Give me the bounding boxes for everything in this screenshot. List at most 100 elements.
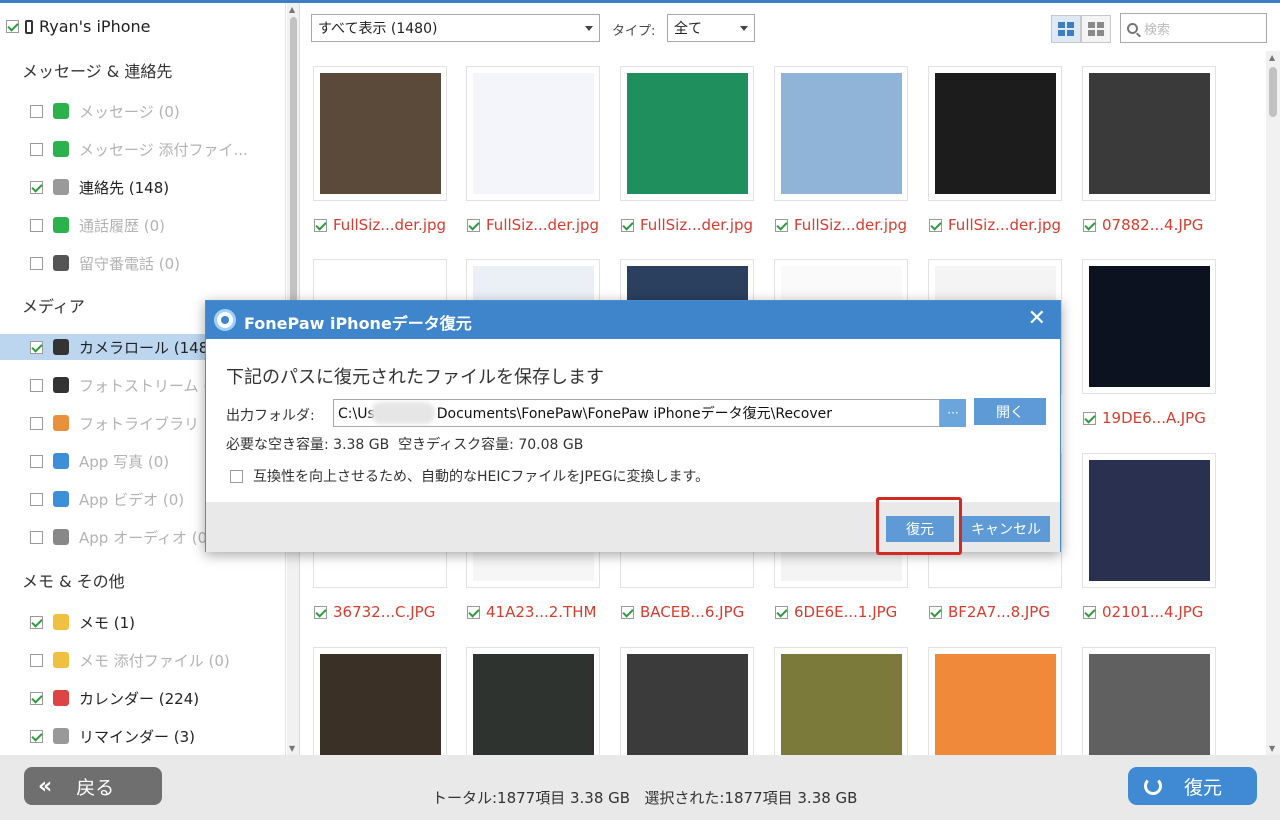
thumbnail-tile[interactable] xyxy=(466,66,600,201)
thumbnail-caption[interactable]: 07882...4.JPG xyxy=(1083,216,1203,234)
output-folder-input[interactable]: C:\Use Documents\FonePaw\FonePaw iPhoneデ… xyxy=(333,399,940,427)
thumbnail-checkbox[interactable] xyxy=(621,218,634,232)
thumbnail-tile[interactable] xyxy=(1082,66,1216,201)
thumbnail-caption[interactable]: 02101...4.JPG xyxy=(1083,603,1203,621)
sidebar-item-checkbox[interactable] xyxy=(30,615,43,629)
thumbnail-image xyxy=(320,654,441,755)
chevron-down-icon xyxy=(740,26,748,31)
thumbnail-caption[interactable]: 41A23...2.THM xyxy=(467,603,596,621)
restore-button[interactable]: 復元 xyxy=(1128,767,1257,805)
thumbnail-filename: 6DE6E...1.JPG xyxy=(794,603,898,621)
scroll-up-arrow-icon[interactable]: ▲ xyxy=(289,5,295,14)
sidebar-item-checkbox[interactable] xyxy=(30,492,43,506)
thumbnail-checkbox[interactable] xyxy=(314,605,327,619)
type-select[interactable]: 全て xyxy=(667,14,755,42)
thumbnail-caption[interactable]: FullSiz...der.jpg xyxy=(775,216,907,234)
scroll-up-arrow-icon[interactable]: ▲ xyxy=(1269,53,1275,62)
sidebar-item-checkbox[interactable] xyxy=(30,416,43,430)
thumbnail-caption[interactable]: FullSiz...der.jpg xyxy=(314,216,446,234)
thumbnail-checkbox[interactable] xyxy=(1083,218,1096,232)
scroll-down-arrow-icon[interactable]: ▼ xyxy=(289,744,295,753)
thumbnail-tile[interactable] xyxy=(313,647,447,755)
scroll-down-arrow-icon[interactable]: ▼ xyxy=(1269,744,1275,753)
sidebar-item-checkbox[interactable] xyxy=(30,256,43,270)
sidebar-item[interactable]: 留守番電話 (0) xyxy=(30,250,285,276)
photostream-icon xyxy=(53,377,69,393)
sidebar-item[interactable]: メッセージ (0) xyxy=(30,98,285,124)
thumbnail-caption[interactable]: BACEB...6.JPG xyxy=(621,603,744,621)
sidebar-item-checkbox[interactable] xyxy=(30,218,43,232)
thumbnail-tile[interactable] xyxy=(1082,647,1216,755)
double-chevron-left-icon: « xyxy=(38,773,53,799)
close-icon[interactable]: ✕ xyxy=(1028,307,1046,331)
thumbnail-filename: FullSiz...der.jpg xyxy=(640,216,754,234)
thumbnail-filename: BACEB...6.JPG xyxy=(640,603,745,621)
thumbnail-filename: BF2A7...8.JPG xyxy=(948,603,1050,621)
thumbnail-caption[interactable]: 36732...C.JPG xyxy=(314,603,435,621)
thumbnail-tile[interactable] xyxy=(620,66,754,201)
main-scroll-thumb[interactable] xyxy=(1269,67,1277,117)
thumbnail-tile[interactable] xyxy=(928,66,1062,201)
dialog-cancel-button[interactable]: キャンセル xyxy=(962,516,1050,542)
sidebar-item[interactable]: 連絡先 (148) xyxy=(30,174,285,200)
thumbnail-caption[interactable]: 19DE6...A.JPG xyxy=(1083,409,1206,427)
thumbnail-checkbox[interactable] xyxy=(467,605,480,619)
sidebar-item[interactable]: リマインダー (3) xyxy=(30,723,285,749)
sidebar-item-checkbox[interactable] xyxy=(30,378,43,392)
thumbnail-checkbox[interactable] xyxy=(314,218,327,232)
sidebar-item-checkbox[interactable] xyxy=(30,691,43,705)
filter-select[interactable]: すべて表示 (1480) xyxy=(311,14,600,42)
browse-button[interactable]: ··· xyxy=(940,399,966,427)
dialog-title: FonePaw iPhoneデータ復元 xyxy=(244,314,472,333)
thumbnail-caption[interactable]: FullSiz...der.jpg xyxy=(621,216,753,234)
sidebar-item-label: 通話履歴 (0) xyxy=(79,216,166,235)
sidebar-item-checkbox[interactable] xyxy=(30,142,43,156)
thumbnail-checkbox[interactable] xyxy=(775,605,788,619)
sidebar-item[interactable]: メモ (1) xyxy=(30,609,285,635)
thumbnail-checkbox[interactable] xyxy=(929,218,942,232)
thumbnail-tile[interactable] xyxy=(774,647,908,755)
sidebar-item[interactable]: カレンダー (224) xyxy=(30,685,285,711)
open-folder-button[interactable]: 開く xyxy=(974,398,1046,425)
sidebar-item-checkbox[interactable] xyxy=(30,340,43,354)
thumbnail-tile[interactable] xyxy=(466,647,600,755)
thumbnail-caption[interactable]: 6DE6E...1.JPG xyxy=(775,603,897,621)
thumbnail-tile[interactable] xyxy=(620,647,754,755)
thumbnail-checkbox[interactable] xyxy=(467,218,480,232)
sidebar-item-checkbox[interactable] xyxy=(30,530,43,544)
thumbnail-checkbox[interactable] xyxy=(1083,605,1096,619)
thumbnail-checkbox[interactable] xyxy=(929,605,942,619)
sidebar-item-checkbox[interactable] xyxy=(30,180,43,194)
thumbnail-tile[interactable] xyxy=(1082,453,1216,588)
list-view-button[interactable] xyxy=(1081,15,1111,43)
thumbnail-checkbox[interactable] xyxy=(775,218,788,232)
thumbnail-tile[interactable] xyxy=(313,66,447,201)
heic-convert-option[interactable]: 互換性を向上させるため、自動的なHEICファイルをJPEGに変換します。 xyxy=(230,466,709,486)
sidebar-item-label: フォトストリーム (0) xyxy=(79,376,225,395)
sidebar-item-checkbox[interactable] xyxy=(30,653,43,667)
photo-library-icon xyxy=(53,415,69,431)
thumbnail-tile[interactable] xyxy=(1082,259,1216,394)
thumbnail-checkbox[interactable] xyxy=(621,605,634,619)
search-box[interactable]: 検索 xyxy=(1120,13,1267,43)
main-scrollbar[interactable]: ▲ ▼ xyxy=(1266,51,1280,755)
thumbnail-checkbox[interactable] xyxy=(1083,411,1096,425)
sidebar-item[interactable]: メモ 添付ファイル (0) xyxy=(30,647,285,673)
thumbnail-caption[interactable]: FullSiz...der.jpg xyxy=(467,216,599,234)
thumbnail-caption[interactable]: FullSiz...der.jpg xyxy=(929,216,1061,234)
grid-view-button[interactable] xyxy=(1051,15,1081,43)
back-button[interactable]: « 戻る xyxy=(24,767,162,805)
heic-convert-checkbox[interactable] xyxy=(230,469,243,483)
sidebar-item-checkbox[interactable] xyxy=(30,104,43,118)
sidebar-item-checkbox[interactable] xyxy=(30,729,43,743)
sidebar-item[interactable]: 通話履歴 (0) xyxy=(30,212,285,238)
sidebar-item-checkbox[interactable] xyxy=(30,454,43,468)
thumbnail-tile[interactable] xyxy=(774,66,908,201)
thumbnail-tile[interactable] xyxy=(928,647,1062,755)
sidebar-item[interactable]: メッセージ 添付ファイ... xyxy=(30,136,285,162)
device-checkbox[interactable] xyxy=(6,20,19,33)
thumbnail-filename: FullSiz...der.jpg xyxy=(948,216,1062,234)
thumbnail-image xyxy=(627,73,748,194)
thumbnail-caption[interactable]: BF2A7...8.JPG xyxy=(929,603,1050,621)
device-row[interactable]: Ryan's iPhone xyxy=(6,17,150,36)
